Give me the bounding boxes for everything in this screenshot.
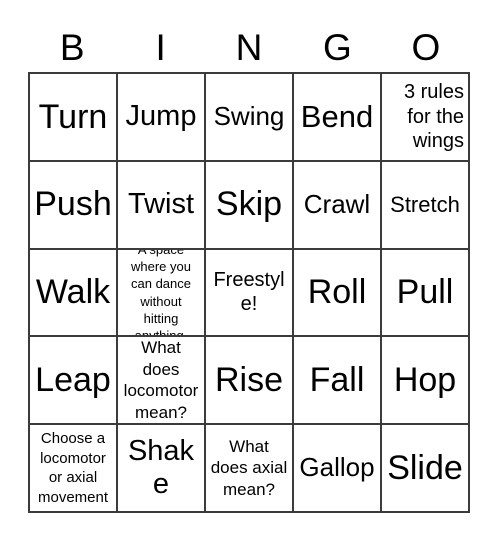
bingo-cell-r2c3[interactable]: Skip: [206, 161, 294, 250]
bingo-cell-label: Bend: [300, 99, 374, 135]
bingo-grid: Turn Jump Swing Bend 3 rules for the wings Pu…: [28, 72, 470, 513]
bingo-header-row: B I N G O: [28, 22, 470, 72]
bingo-header-letter-i: I: [155, 26, 166, 68]
bingo-cell-r2c1[interactable]: Push: [30, 161, 118, 250]
bingo-cell-r5c4[interactable]: Gallop: [294, 425, 382, 513]
bingo-cell-label: Jump: [125, 100, 197, 133]
bingo-cell-label: 3 rules for the wings: [403, 81, 464, 153]
bingo-cell-r5c3[interactable]: What does axial mean?: [206, 425, 294, 513]
bingo-cell-label: Choose a locomotor or axial movement: [37, 430, 109, 506]
bingo-cell-label: Leap: [35, 360, 111, 399]
bingo-cell-r2c2[interactable]: Twist: [118, 161, 206, 250]
bingo-cell-r4c2[interactable]: What does locomotor mean?: [118, 337, 206, 426]
bingo-cell-label: What does locomotor mean?: [123, 338, 199, 422]
bingo-cell-label: Roll: [307, 273, 367, 312]
bingo-cell-r1c3[interactable]: Swing: [206, 74, 294, 162]
bingo-cell-label: Push: [34, 185, 112, 224]
bingo-cell-label: Swing: [213, 101, 285, 132]
bingo-cell-label: Walk: [35, 273, 111, 312]
bingo-cell-r2c5[interactable]: Stretch: [382, 161, 470, 250]
bingo-cell-r5c1[interactable]: Choose a locomotor or axial movement: [30, 425, 118, 513]
bingo-header-letter-b: B: [59, 26, 85, 68]
bingo-cell-r3c3[interactable]: Freestyle!: [206, 249, 294, 338]
bingo-cell-label: Slide: [387, 448, 463, 487]
bingo-cell-r3c2[interactable]: A space where you can dance without hitt…: [118, 249, 206, 338]
bingo-card: B I N G O Turn Jump Swing Bend 3 rules for t…: [0, 0, 500, 544]
bingo-cell-r1c4[interactable]: Bend: [294, 74, 382, 162]
bingo-cell-r1c2[interactable]: Jump: [118, 74, 206, 162]
bingo-cell-label: A space where you can dance without hitt…: [131, 250, 191, 338]
bingo-cell-r3c1[interactable]: Walk: [30, 249, 118, 338]
bingo-cell-label: Crawl: [303, 188, 371, 219]
bingo-cell-r3c4[interactable]: Roll: [294, 249, 382, 338]
bingo-cell-r4c5[interactable]: Hop: [382, 337, 470, 426]
bingo-cell-label: Turn: [38, 97, 108, 136]
bingo-cell-label: Twist: [127, 188, 195, 221]
bingo-cell-label: Rise: [214, 360, 284, 399]
bingo-cell-label: What does axial mean?: [210, 436, 288, 499]
bingo-cell-r5c5[interactable]: Slide: [382, 425, 470, 513]
bingo-cell-r2c4[interactable]: Crawl: [294, 161, 382, 250]
bingo-cell-label: Hop: [393, 360, 457, 399]
bingo-cell-r1c1[interactable]: Turn: [30, 74, 118, 162]
bingo-header-letter-g: G: [323, 26, 352, 68]
bingo-cell-r1c5[interactable]: 3 rules for the wings: [382, 74, 470, 162]
bingo-cell-label: Freestyle!: [213, 269, 285, 316]
bingo-cell-r5c2[interactable]: Shake: [118, 425, 206, 513]
bingo-cell-r3c5[interactable]: Pull: [382, 249, 470, 338]
bingo-cell-r4c3[interactable]: Rise: [206, 337, 294, 426]
bingo-cell-label: Shake: [127, 435, 195, 501]
bingo-cell-label: Gallop: [299, 452, 375, 483]
bingo-header-letter-o: O: [411, 26, 441, 68]
bingo-cell-label: Skip: [215, 185, 283, 224]
bingo-cell-label: Fall: [309, 360, 365, 399]
bingo-cell-r4c4[interactable]: Fall: [294, 337, 382, 426]
bingo-cell-label: Pull: [396, 273, 454, 312]
bingo-cell-r4c1[interactable]: Leap: [30, 337, 118, 426]
bingo-header-letter-n: N: [235, 26, 263, 68]
bingo-cell-label: Stretch: [390, 192, 460, 218]
